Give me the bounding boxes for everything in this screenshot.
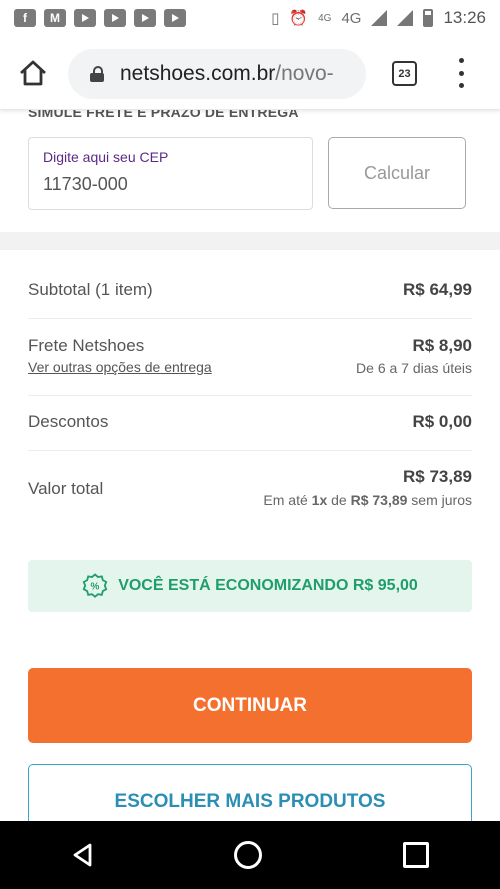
freight-deadline: De 6 a 7 dias úteis (356, 360, 472, 376)
url-path: /novo- (275, 62, 334, 85)
browser-toolbar: netshoes.com.br/novo- 23 (0, 36, 500, 110)
discount-row: Descontos R$ 0,00 (28, 412, 472, 436)
home-icon[interactable] (18, 58, 48, 88)
shipping-section-title: SIMULE FRETE E PRAZO DE ENTREGA (28, 110, 299, 120)
tab-switcher-button[interactable]: 23 (392, 61, 417, 86)
cep-label: Digite aqui seu CEP (43, 149, 169, 165)
vibrate-icon: ▯ (271, 10, 280, 27)
signal-icon (397, 10, 414, 26)
signal-icon (371, 10, 388, 26)
home-nav-icon[interactable] (233, 841, 262, 869)
discount-value: R$ 0,00 (412, 412, 472, 431)
network-4g-label: 4G (341, 9, 362, 27)
overflow-menu-icon[interactable] (456, 58, 466, 88)
url-domain: netshoes.com.br (120, 62, 276, 85)
installment-info: Em até 1x de R$ 73,89 sem juros (263, 492, 472, 508)
discount-label: Descontos (28, 412, 109, 431)
choose-more-products-button[interactable]: ESCOLHER MAIS PRODUTOS (28, 764, 472, 821)
installment-prefix: Em até (263, 492, 312, 508)
gmail-icon: M (44, 9, 66, 27)
battery-icon (423, 9, 434, 27)
percent-badge-icon: % (82, 573, 108, 598)
subtotal-label: Subtotal (1 item) (28, 280, 153, 299)
clock: 13:26 (443, 8, 486, 27)
divider (28, 318, 472, 319)
system-icons: ▯ ⏰ 4G 4G 13:26 (271, 8, 486, 28)
installment-value: R$ 73,89 (350, 492, 408, 508)
url-text: netshoes.com.br/novo- (120, 62, 334, 86)
freight-label: Frete Netshoes (28, 336, 145, 355)
total-value: R$ 73,89 (403, 467, 472, 486)
freight-row: Frete Netshoes Ver outras opções de entr… (28, 336, 472, 380)
savings-banner: % VOCÊ ESTÁ ECONOMIZANDO R$ 95,00 (28, 560, 472, 612)
subtotal-row: Subtotal (1 item) R$ 64,99 (28, 280, 472, 304)
cep-field[interactable]: Digite aqui seu CEP (28, 137, 313, 210)
savings-text: VOCÊ ESTÁ ECONOMIZANDO R$ 95,00 (118, 577, 418, 594)
subtotal-value: R$ 64,99 (403, 280, 472, 299)
divider (28, 395, 472, 396)
system-nav-bar (0, 821, 500, 889)
freight-value: R$ 8,90 (412, 336, 472, 355)
youtube-icon (164, 9, 186, 27)
youtube-icon (74, 9, 96, 27)
alarm-icon: ⏰ (289, 10, 309, 27)
back-icon[interactable] (71, 842, 93, 868)
cart-page: SIMULE FRETE E PRAZO DE ENTREGA Digite a… (0, 110, 500, 821)
installment-count: 1x (311, 492, 328, 508)
installment-mid: de (327, 492, 351, 508)
svg-text:%: % (91, 582, 100, 593)
section-divider (0, 232, 500, 250)
notification-icons: f M (14, 9, 186, 27)
facebook-icon: f (14, 9, 36, 27)
youtube-icon (134, 9, 156, 27)
cep-input[interactable] (43, 174, 293, 195)
call-4g-label: 4G (318, 12, 332, 24)
recent-apps-icon[interactable] (403, 842, 430, 868)
address-bar[interactable]: netshoes.com.br/novo- (68, 49, 366, 99)
total-row: Valor total R$ 73,89 Em até 1x de R$ 73,… (28, 467, 472, 517)
installment-suffix: sem juros (407, 492, 472, 508)
status-bar: f M ▯ ⏰ 4G 4G 13:26 (0, 0, 500, 36)
lock-icon (90, 66, 104, 82)
calculate-button[interactable]: Calcular (328, 137, 466, 209)
youtube-icon (104, 9, 126, 27)
total-label: Valor total (28, 479, 104, 498)
divider (28, 450, 472, 451)
continue-button[interactable]: CONTINUAR (28, 668, 472, 743)
